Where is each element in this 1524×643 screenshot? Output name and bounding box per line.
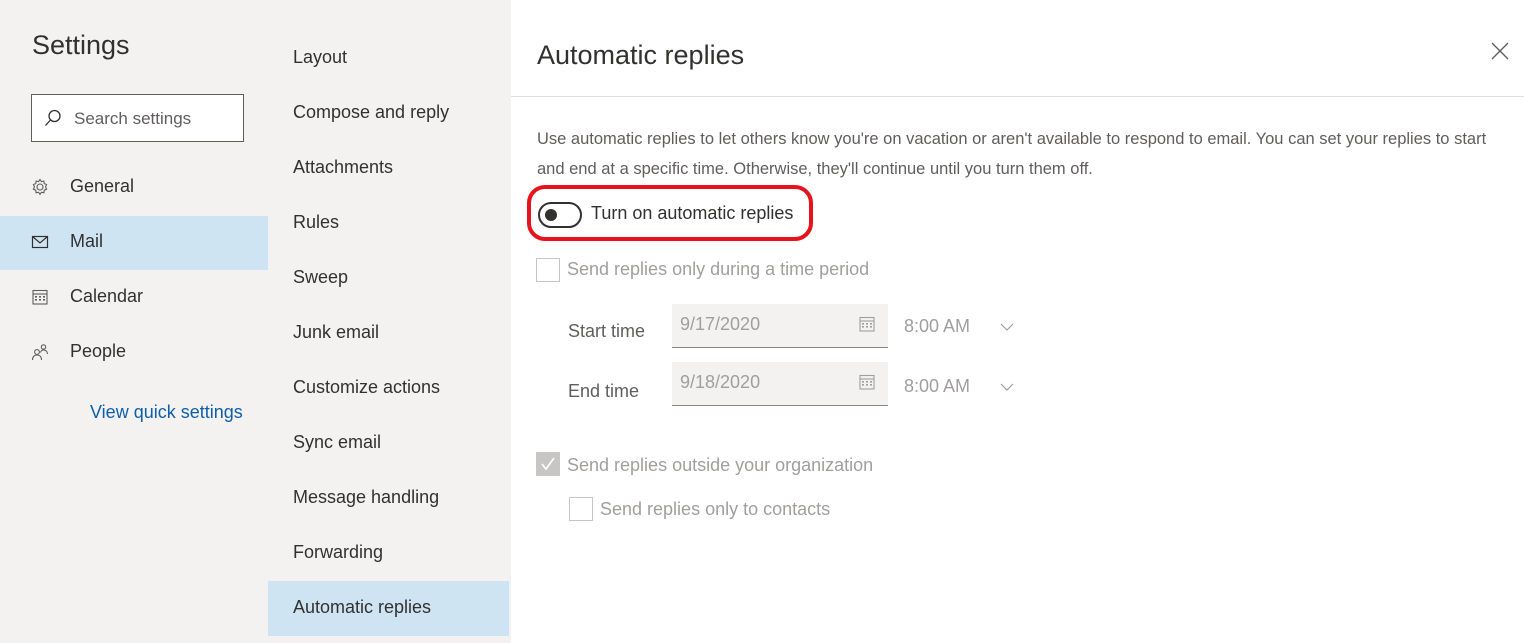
settings-title: Settings (32, 30, 130, 60)
automatic-replies-panel: Automatic replies Use automatic replies … (511, 0, 1524, 643)
nav-item-sync-email[interactable]: Sync email (268, 416, 509, 471)
nav-item-label: Attachments (293, 157, 394, 177)
nav-item-junk-email[interactable]: Junk email (268, 306, 509, 361)
calendar-icon (859, 374, 875, 390)
start-time-label: Start time (568, 321, 646, 341)
nav-item-label: Sweep (293, 267, 349, 287)
search-icon (45, 109, 61, 126)
chevron-down-icon[interactable] (1000, 322, 1014, 332)
people-icon (31, 344, 49, 361)
nav-people[interactable]: People (0, 326, 268, 380)
nav-item-compose-and-reply[interactable]: Compose and reply (268, 86, 509, 141)
close-icon[interactable] (1489, 40, 1511, 62)
end-time-value[interactable]: 8:00 AM (904, 376, 970, 397)
nav-item-forwarding[interactable]: Forwarding (268, 526, 509, 581)
panel-title: Automatic replies (537, 40, 745, 70)
nav-item-customize-actions[interactable]: Customize actions (268, 361, 509, 416)
nav-item-message-handling[interactable]: Message handling (268, 471, 509, 526)
mail-settings-nav: Layout Compose and reply Attachments Rul… (268, 0, 511, 643)
start-date-picker[interactable]: 9/17/2020 (672, 304, 888, 348)
nav-item-label: Sync email (293, 432, 382, 452)
nav-item-layout[interactable]: Layout (268, 31, 509, 86)
start-time-value[interactable]: 8:00 AM (904, 316, 970, 337)
start-date-value: 9/17/2020 (680, 314, 761, 334)
nav-item-label: Compose and reply (293, 102, 450, 122)
nav-item-label: Junk email (293, 322, 380, 342)
nav-general[interactable]: General (0, 161, 268, 215)
nav-item-label: Message handling (293, 487, 440, 507)
nav-calendar[interactable]: Calendar (0, 271, 268, 325)
time-period-label: Send replies only during a time period (567, 259, 870, 279)
nav-calendar-label: Calendar (70, 286, 144, 306)
calendar-icon (32, 289, 48, 305)
nav-people-label: People (70, 341, 127, 361)
nav-item-label: Automatic replies (293, 597, 432, 617)
end-date-value: 9/18/2020 (680, 372, 761, 392)
search-settings-input[interactable]: Search settings (31, 94, 244, 142)
end-time-label: End time (568, 381, 640, 401)
description-text: Use automatic replies to let others know… (537, 130, 1487, 178)
nav-item-sweep[interactable]: Sweep (268, 251, 509, 306)
contacts-only-checkbox[interactable] (569, 497, 593, 521)
contacts-only-label: Send replies only to contacts (600, 499, 831, 519)
outside-organization-label: Send replies outside your organization (567, 455, 874, 475)
highlight-annotation (527, 185, 813, 241)
gear-icon (32, 178, 48, 196)
outside-organization-checkbox[interactable] (536, 452, 560, 476)
end-date-picker[interactable]: 9/18/2020 (672, 362, 888, 406)
header-divider (511, 96, 1524, 97)
chevron-down-icon[interactable] (1000, 382, 1014, 392)
calendar-icon (859, 316, 875, 332)
nav-item-label: Rules (293, 212, 340, 232)
nav-item-label: Forwarding (293, 542, 384, 562)
nav-item-label: Layout (293, 47, 348, 67)
nav-item-automatic-replies[interactable]: Automatic replies (268, 581, 509, 636)
nav-item-rules[interactable]: Rules (268, 196, 509, 251)
checkmark-icon (541, 457, 555, 471)
time-period-checkbox[interactable] (536, 258, 560, 282)
mail-icon (31, 235, 49, 249)
nav-general-label: General (70, 176, 135, 196)
search-placeholder: Search settings (74, 109, 192, 128)
view-quick-settings-link[interactable]: View quick settings (90, 402, 243, 423)
nav-item-attachments[interactable]: Attachments (268, 141, 509, 196)
nav-mail[interactable]: Mail (0, 216, 268, 270)
nav-item-label: Customize actions (293, 377, 441, 397)
settings-pane: Settings Search settings General Mail Ca… (0, 0, 268, 643)
nav-mail-label: Mail (70, 231, 104, 251)
